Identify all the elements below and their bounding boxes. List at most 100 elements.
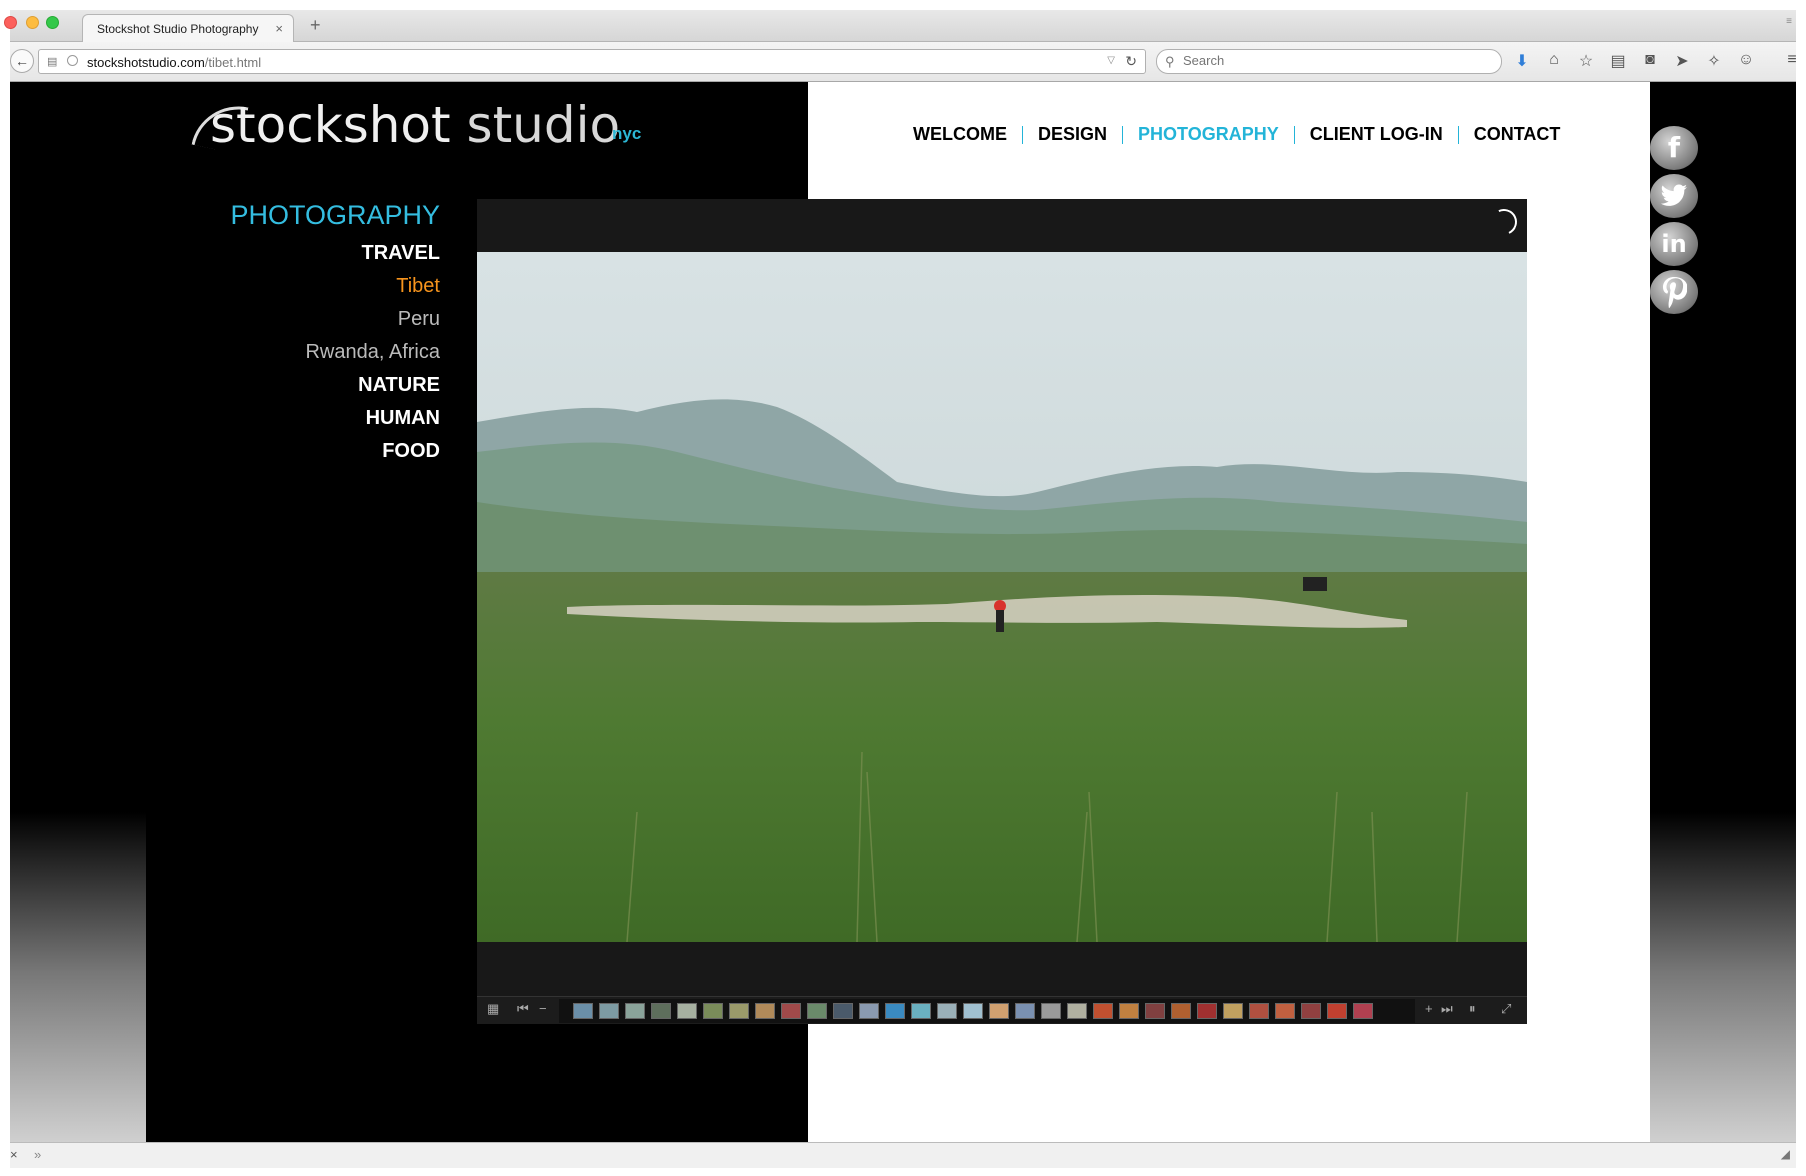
tab-title: Stockshot Studio Photography <box>97 22 259 36</box>
loading-spinner-icon <box>1487 205 1521 239</box>
web-page: stockshot studio nyc WELCOME DESIGN PHOT… <box>10 82 1796 1142</box>
more-addons-icon[interactable]: » <box>34 1147 41 1162</box>
window-close-button[interactable] <box>4 16 17 29</box>
tab-close-icon[interactable]: × <box>275 21 283 36</box>
gallery-thumbnail[interactable] <box>1015 1003 1035 1019</box>
pocket-icon[interactable]: ◙ <box>1640 51 1660 71</box>
gallery-thumbnail[interactable] <box>937 1003 957 1019</box>
download-icon[interactable]: ⬇ <box>1512 51 1532 71</box>
sidenav-item-rwanda[interactable]: Rwanda, Africa <box>146 336 440 369</box>
gallery-thumbnail[interactable] <box>1223 1003 1243 1019</box>
gallery-thumbnail[interactable] <box>1145 1003 1165 1019</box>
fullscreen-icon[interactable]: ⤢ <box>1501 1001 1511 1017</box>
gallery-thumbnail[interactable] <box>573 1003 593 1019</box>
zoom-in-icon[interactable]: + <box>1425 1001 1433 1016</box>
gallery-thumbnail[interactable] <box>885 1003 905 1019</box>
browser-status-bar: × » ◢ <box>10 1142 1796 1168</box>
gallery-main-photo[interactable] <box>477 252 1527 942</box>
gallery-thumbnail[interactable] <box>1119 1003 1139 1019</box>
site-identity-icon[interactable] <box>67 55 78 66</box>
twitter-bird-shape <box>1660 184 1687 206</box>
reload-icon[interactable]: ↻ <box>1125 53 1137 70</box>
gallery-thumbnail[interactable] <box>651 1003 671 1019</box>
url-text[interactable]: stockshotstudio.com/tibet.html <box>87 55 261 70</box>
search-input[interactable] <box>1183 53 1483 68</box>
zoom-out-icon[interactable]: − <box>539 1001 547 1016</box>
reading-list-icon[interactable]: ▤ <box>1608 51 1628 71</box>
home-icon[interactable]: ⌂ <box>1544 51 1564 71</box>
gallery-thumbnail[interactable] <box>1041 1003 1061 1019</box>
gallery-thumbnail[interactable] <box>1249 1003 1269 1019</box>
gallery-thumbnail[interactable] <box>807 1003 827 1019</box>
gallery-thumbnail[interactable] <box>989 1003 1009 1019</box>
gallery-thumbnail[interactable] <box>963 1003 983 1019</box>
gallery-thumbnail[interactable] <box>833 1003 853 1019</box>
gallery-thumbnail[interactable] <box>625 1003 645 1019</box>
tab-list-icon[interactable]: ≡ <box>1786 16 1792 27</box>
resize-grip-icon[interactable]: ◢ <box>1781 1147 1790 1161</box>
sidenav-item-travel[interactable]: TRAVEL <box>146 237 440 270</box>
first-image-icon[interactable]: ⏮ <box>517 1001 529 1017</box>
menu-icon[interactable]: ≡ <box>1782 51 1802 71</box>
chat-icon[interactable]: ☺ <box>1736 51 1756 71</box>
sidenav-item-nature[interactable]: NATURE <box>146 369 440 402</box>
nav-design[interactable]: DESIGN <box>1023 124 1122 145</box>
window-minimize-button[interactable] <box>26 16 39 29</box>
gallery-thumbnail[interactable] <box>1067 1003 1087 1019</box>
url-dropdown-icon[interactable]: ▽ <box>1107 55 1115 66</box>
gallery-thumbnail[interactable] <box>729 1003 749 1019</box>
gallery-thumbnail[interactable] <box>599 1003 619 1019</box>
gallery-thumbnail[interactable] <box>1197 1003 1217 1019</box>
gallery-thumbnail[interactable] <box>911 1003 931 1019</box>
browser-tab-bar: Stockshot Studio Photography × + ≡ <box>4 10 1796 42</box>
gallery-thumbnail[interactable] <box>703 1003 723 1019</box>
nav-welcome[interactable]: WELCOME <box>898 124 1022 145</box>
gallery-thumbnail[interactable] <box>755 1003 775 1019</box>
send-icon[interactable]: ➤ <box>1672 51 1692 71</box>
window-zoom-button[interactable] <box>46 16 59 29</box>
gallery-thumbnail[interactable] <box>1327 1003 1347 1019</box>
sidenav-item-food[interactable]: FOOD <box>146 435 440 468</box>
left-gradient <box>10 812 146 1142</box>
back-arrow-icon[interactable]: ← <box>10 49 34 73</box>
search-bar[interactable]: ⚲ <box>1156 49 1502 74</box>
social-links: f in <box>1650 126 1698 314</box>
nav-client-login[interactable]: CLIENT LOG-IN <box>1295 124 1458 145</box>
extension-icon[interactable]: ✧ <box>1704 51 1724 71</box>
gallery-thumbnail[interactable] <box>859 1003 879 1019</box>
sidenav-heading[interactable]: PHOTOGRAPHY <box>146 200 440 231</box>
gallery-thumbnail[interactable] <box>1093 1003 1113 1019</box>
facebook-icon[interactable]: f <box>1650 126 1698 170</box>
pinterest-icon[interactable] <box>1650 270 1698 314</box>
new-tab-button[interactable]: + <box>310 15 321 36</box>
side-nav: PHOTOGRAPHY TRAVEL Tibet Peru Rwanda, Af… <box>146 200 440 468</box>
pause-icon[interactable]: ⏸ <box>1469 1001 1476 1017</box>
gallery-thumbnail[interactable] <box>781 1003 801 1019</box>
logo-suffix: nyc <box>612 124 642 143</box>
toolbar-icons: ⬇ ⌂ ☆ ▤ ◙ ➤ ✧ ☺ ≡ <box>1512 51 1802 71</box>
nav-contact[interactable]: CONTACT <box>1459 124 1576 145</box>
gallery-thumbnail[interactable] <box>1171 1003 1191 1019</box>
close-addon-bar-icon[interactable]: × <box>10 1147 18 1162</box>
pinterest-p-shape <box>1663 277 1688 309</box>
bookmark-star-icon[interactable]: ☆ <box>1576 51 1596 71</box>
gallery-thumbnail[interactable] <box>1275 1003 1295 1019</box>
gallery-thumbnail[interactable] <box>1301 1003 1321 1019</box>
page-icon: ▤ <box>47 56 58 68</box>
thumbnail-strip: ▦ ⏮ − + ⏭ ⏸ ⤢ <box>477 996 1527 1024</box>
sidenav-item-peru[interactable]: Peru <box>146 303 440 336</box>
photo-gallery: ▦ ⏮ − + ⏭ ⏸ ⤢ <box>477 199 1527 1024</box>
gallery-thumbnail[interactable] <box>1353 1003 1373 1019</box>
grid-view-icon[interactable]: ▦ <box>487 1001 499 1017</box>
twitter-icon[interactable] <box>1650 174 1698 218</box>
nav-photography[interactable]: PHOTOGRAPHY <box>1123 124 1294 145</box>
last-image-icon[interactable]: ⏭ <box>1441 1001 1453 1017</box>
linkedin-icon[interactable]: in <box>1650 222 1698 266</box>
gallery-thumbnail[interactable] <box>677 1003 697 1019</box>
browser-nav-bar: ← ▤ stockshotstudio.com/tibet.html ▽ ↻ ⚲… <box>10 42 1797 82</box>
sidenav-item-tibet[interactable]: Tibet <box>146 270 440 303</box>
sidenav-item-human[interactable]: HUMAN <box>146 402 440 435</box>
thumbnail-list <box>559 999 1415 1023</box>
browser-tab[interactable]: Stockshot Studio Photography × <box>82 14 294 42</box>
url-bar[interactable]: ▤ stockshotstudio.com/tibet.html ▽ ↻ <box>38 49 1146 74</box>
